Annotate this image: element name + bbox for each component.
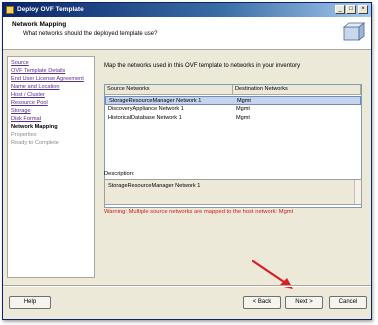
nav-item-resource-pool[interactable]: Resource Pool (11, 99, 48, 107)
description-label: Description: (104, 171, 135, 177)
nav-item-storage[interactable]: Storage (11, 107, 31, 115)
nav-item-source[interactable]: Source (11, 59, 29, 67)
nav-item-host-cluster[interactable]: Host / Cluster (11, 91, 45, 99)
nav-item-disk-format[interactable]: Disk Format (11, 115, 41, 123)
close-button[interactable]: × (358, 5, 368, 14)
description-text: StorageResourceManager Network 1 (108, 183, 201, 189)
maximize-button[interactable]: □ (346, 5, 356, 14)
warning-message: Warning: Multiple source networks are ma… (104, 209, 294, 215)
column-header-destination[interactable]: Destination Networks (233, 85, 361, 95)
source-network-cell: DiscoveryAppliance Network 1 (108, 106, 184, 112)
help-button[interactable]: Help (9, 296, 51, 309)
table-row[interactable]: StorageResourceManager Network 1 Mgmt (105, 96, 361, 105)
minimize-button[interactable]: _ (335, 5, 345, 14)
page-title: Network Mapping (12, 21, 67, 28)
main-content: Map the networks used in this OVF templa… (100, 56, 368, 278)
nav-item-name-and-location[interactable]: Name and Location (11, 83, 60, 91)
column-header-source[interactable]: Source Networks (105, 85, 233, 95)
nav-item-ready-to-complete: Ready to Complete (11, 140, 59, 146)
back-button[interactable]: < Back (243, 296, 281, 309)
footer-divider (3, 285, 371, 287)
vm-box-icon (342, 22, 365, 41)
window-title: Deploy OVF Template (17, 6, 84, 13)
destination-network-dropdown[interactable]: Mgmt (236, 105, 250, 114)
nav-item-eula[interactable]: End User License Agreement (11, 75, 84, 83)
nav-item-ovf-template-details[interactable]: OVF Template Details (11, 67, 65, 75)
destination-network-dropdown[interactable]: Mgmt (236, 114, 250, 123)
wizard-steps-nav: Source OVF Template Details End User Lic… (7, 56, 95, 278)
wizard-header: Network Mapping What networks should the… (3, 17, 371, 50)
nav-item-properties: Properties (11, 132, 37, 138)
title-bar[interactable]: Deploy OVF Template _ □ × (3, 3, 371, 17)
next-button[interactable]: Next > (285, 296, 323, 309)
description-scrollbar[interactable] (354, 180, 361, 204)
table-row[interactable]: DiscoveryAppliance Network 1 Mgmt (105, 105, 361, 114)
deploy-ovf-template-window: Deploy OVF Template _ □ × Network Mappin… (2, 2, 372, 320)
page-subtitle: What networks should the deployed templa… (23, 31, 158, 37)
app-icon (6, 6, 14, 14)
nav-item-network-mapping: Network Mapping (11, 124, 58, 130)
description-box[interactable]: StorageResourceManager Network 1 (104, 179, 362, 205)
table-row[interactable]: HistoricalDatabase Network 1 Mgmt (105, 114, 361, 123)
instruction-text: Map the networks used in this OVF templa… (104, 63, 301, 69)
source-network-cell: HistoricalDatabase Network 1 (108, 115, 182, 121)
cancel-button[interactable]: Cancel (329, 296, 367, 309)
